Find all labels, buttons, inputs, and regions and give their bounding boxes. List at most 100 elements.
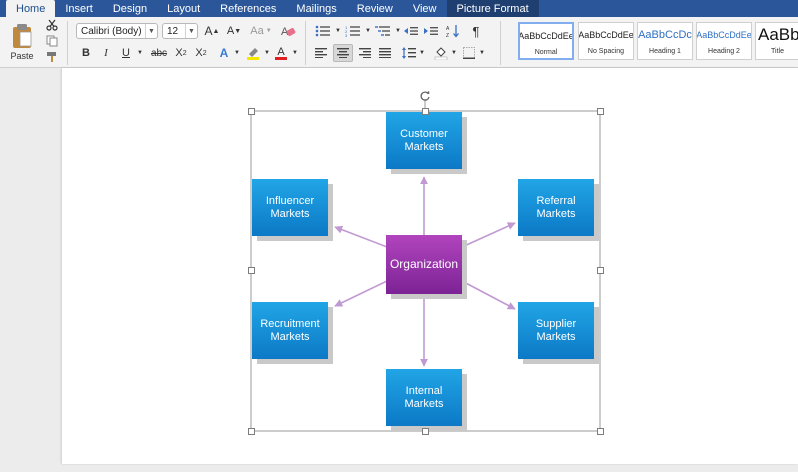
resize-handle-top-right[interactable] (597, 108, 604, 115)
bullets-button[interactable] (312, 22, 334, 40)
ribbon-home: Paste Calibri (Body) ▼ 12 ▼ A ▲ A ▼ Aa ▼… (0, 17, 798, 68)
shrink-font-label: A (226, 25, 235, 37)
node-recruitment-markets[interactable]: Recruitment Markets (252, 302, 328, 359)
justify-icon (379, 48, 391, 58)
tab-review[interactable]: Review (347, 0, 403, 17)
font-name-combo[interactable]: Calibri (Body) ▼ (76, 23, 158, 39)
eraser-icon: A (281, 26, 296, 38)
bold-button[interactable]: B (78, 45, 94, 61)
clear-formatting-button[interactable]: A (278, 22, 298, 40)
rotate-handle[interactable] (419, 89, 431, 101)
tab-home[interactable]: Home (6, 0, 56, 17)
shading-button[interactable] (432, 45, 450, 61)
chevron-down-icon: ▼ (292, 50, 298, 56)
resize-handle-bottom[interactable] (422, 428, 429, 435)
node-internal-markets[interactable]: Internal Markets (386, 369, 462, 426)
subscript-label: X (175, 47, 183, 59)
show-formatting-button[interactable]: ¶ (468, 22, 484, 40)
chevron-down-icon: ▼ (419, 50, 425, 56)
resize-handle-top[interactable] (422, 108, 429, 115)
node-supplier-markets[interactable]: Supplier Markets (518, 302, 594, 359)
multilevel-dropdown[interactable]: ▼ (394, 22, 402, 40)
style-no-spacing[interactable]: AaBbCcDdEe No Spacing (578, 22, 634, 60)
node-customer-markets[interactable]: Customer Markets (386, 112, 462, 169)
font-size-value: 12 (167, 25, 179, 37)
grow-font-button[interactable]: A ▲ (202, 22, 222, 40)
style-normal[interactable]: AaBbCcDdEe Normal (518, 22, 574, 60)
tab-insert[interactable]: Insert (55, 0, 103, 17)
borders-button[interactable] (460, 45, 478, 61)
node-referral-markets[interactable]: Referral Markets (518, 179, 594, 236)
numbering-button[interactable]: 1 2 3 (342, 22, 364, 40)
caret-up-icon: ▲ (212, 27, 220, 35)
strikethrough-button[interactable]: abc (148, 45, 170, 61)
text-effects-button[interactable]: A (216, 45, 232, 61)
font-size-combo[interactable]: 12 ▼ (162, 23, 198, 39)
text-effects-dropdown[interactable]: ▼ (232, 45, 242, 61)
resize-handle-bottom-left[interactable] (248, 428, 255, 435)
tab-mailings[interactable]: Mailings (286, 0, 346, 17)
change-case-button[interactable]: Aa ▼ (248, 22, 274, 40)
cut-button[interactable] (44, 18, 60, 32)
decrease-indent-button[interactable] (402, 22, 420, 40)
style-title[interactable]: AaBbC Title (755, 22, 798, 60)
tab-view[interactable]: View (403, 0, 447, 17)
line-spacing-dropdown[interactable]: ▼ (418, 45, 426, 61)
style-heading-2[interactable]: AaBbCcDdEe Heading 2 (696, 22, 752, 60)
resize-handle-top-left[interactable] (248, 108, 255, 115)
resize-handle-right[interactable] (597, 267, 604, 274)
chevron-down-icon[interactable]: ▼ (185, 24, 197, 38)
line-spacing-icon (402, 47, 416, 59)
chevron-down-icon[interactable]: ▼ (145, 24, 157, 38)
tab-design[interactable]: Design (103, 0, 157, 17)
line-spacing-button[interactable] (400, 45, 418, 61)
font-color-button[interactable]: A (272, 45, 290, 61)
superscript-button[interactable]: X2 (192, 45, 210, 61)
ribbon-tab-bar: Home Insert Design Layout References Mai… (0, 0, 798, 17)
copy-icon (46, 35, 58, 47)
align-left-button[interactable] (312, 45, 330, 61)
increase-indent-button[interactable] (422, 22, 440, 40)
borders-icon (463, 47, 475, 59)
superscript-label: X (195, 47, 203, 59)
italic-button[interactable]: I (98, 45, 114, 61)
chevron-down-icon: ▼ (335, 28, 341, 34)
resize-handle-left[interactable] (248, 267, 255, 274)
underline-dropdown[interactable]: ▼ (134, 45, 146, 61)
shading-dropdown[interactable]: ▼ (450, 45, 458, 61)
align-center-button[interactable] (333, 44, 353, 62)
subscript-button[interactable]: X2 (172, 45, 190, 61)
underline-button[interactable]: U (118, 45, 134, 61)
font-name-value: Calibri (Body) (81, 25, 142, 37)
copy-button[interactable] (44, 34, 60, 48)
align-right-button[interactable] (356, 45, 374, 61)
style-no-spacing-preview: AaBbCcDdEe (579, 30, 633, 40)
paint-bucket-icon (434, 47, 448, 60)
tab-layout[interactable]: Layout (157, 0, 210, 17)
bullets-dropdown[interactable]: ▼ (334, 22, 342, 40)
node-influencer-markets[interactable]: Influencer Markets (252, 179, 328, 236)
tab-references[interactable]: References (210, 0, 286, 17)
tab-picture-format[interactable]: Picture Format (446, 0, 539, 17)
borders-dropdown[interactable]: ▼ (478, 45, 486, 61)
font-color-label: A (277, 45, 285, 58)
resize-handle-bottom-right[interactable] (597, 428, 604, 435)
chevron-down-icon: ▼ (451, 50, 457, 56)
highlight-dropdown[interactable]: ▼ (262, 45, 272, 61)
font-color-dropdown[interactable]: ▼ (290, 45, 300, 61)
font-color-swatch (275, 56, 287, 60)
numbering-dropdown[interactable]: ▼ (364, 22, 372, 40)
justify-button[interactable] (376, 45, 394, 61)
style-heading-1[interactable]: AaBbCcDc Heading 1 (637, 22, 693, 60)
sort-button[interactable]: A Z (444, 22, 462, 40)
subscript-mark: 2 (182, 49, 187, 57)
multilevel-list-button[interactable] (372, 22, 394, 40)
node-referral-label: Referral Markets (536, 194, 576, 220)
style-no-spacing-name: No Spacing (587, 48, 625, 55)
format-painter-button[interactable] (44, 50, 60, 64)
shrink-font-button[interactable]: A ▼ (224, 22, 244, 40)
style-title-name: Title (771, 48, 784, 55)
paste-button[interactable]: Paste (6, 20, 38, 64)
highlight-button[interactable] (244, 45, 262, 61)
node-organization[interactable]: Organization (386, 235, 462, 294)
